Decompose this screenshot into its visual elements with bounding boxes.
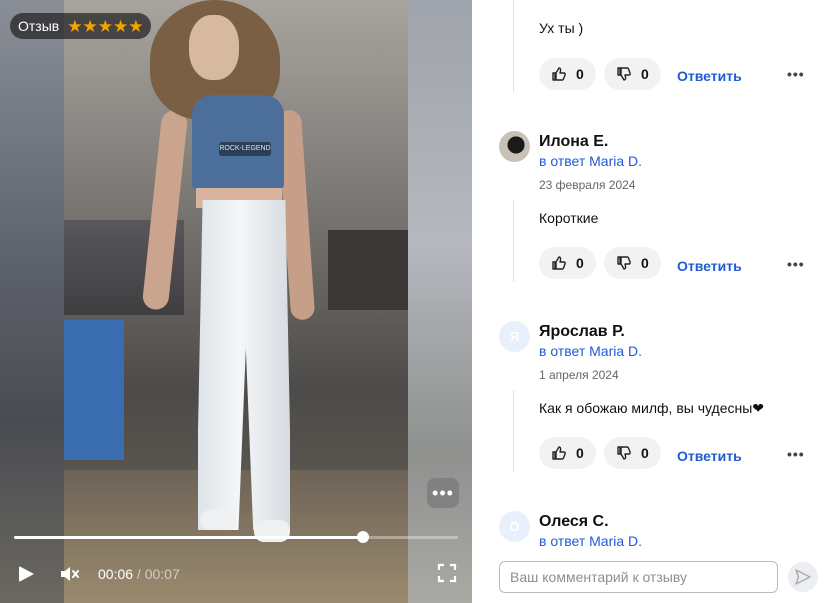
comment-author[interactable]: Илона Е. <box>539 133 608 151</box>
star-icon: ★ <box>82 16 98 36</box>
video-more-button[interactable]: ••• <box>427 478 459 508</box>
comment-text: Короткие <box>539 210 599 226</box>
avatar[interactable]: Я <box>499 321 530 352</box>
thumbs-up-icon <box>552 67 566 81</box>
comment-date: 23 февраля 2024 <box>539 178 636 192</box>
thumbs-down-icon <box>617 446 631 460</box>
star-icon: ★ <box>67 16 83 36</box>
star-icon: ★ <box>97 16 113 36</box>
thread-line <box>513 390 514 472</box>
fullscreen-icon[interactable] <box>437 563 457 583</box>
reply-to-link[interactable]: в ответ Maria D. <box>539 343 642 359</box>
video-frame: ROCK-LEGEND <box>64 0 408 603</box>
star-icon: ★ <box>112 16 129 36</box>
thumbs-down-icon <box>617 256 631 270</box>
scene-head <box>189 15 239 80</box>
dislike-button[interactable]: 0 <box>604 247 661 279</box>
thumbs-down-icon <box>617 67 631 81</box>
rating-stars: ★★★★★ <box>67 18 143 35</box>
time-current: 00:06 <box>98 566 134 582</box>
avatar[interactable] <box>499 131 530 162</box>
video-side-blur-right <box>408 0 472 603</box>
reply-to-link[interactable]: в ответ Maria D. <box>539 533 642 549</box>
reply-button[interactable]: Ответить <box>677 448 742 464</box>
like-button[interactable]: 0 <box>539 58 596 90</box>
video-side-blur-left <box>0 0 64 603</box>
dislike-count: 0 <box>641 66 649 82</box>
comment-more-icon[interactable]: ••• <box>787 446 805 462</box>
reply-to-link[interactable]: в ответ Maria D. <box>539 153 642 169</box>
video-time: 00:06 / 00:07 <box>98 566 180 582</box>
scene-bed <box>64 320 124 460</box>
dislike-count: 0 <box>641 255 649 271</box>
review-badge-label: Отзыв <box>18 18 60 34</box>
video-progress-handle[interactable] <box>356 531 369 543</box>
video-progress-fill <box>14 536 363 539</box>
thumbs-up-icon <box>552 446 566 460</box>
dislike-button[interactable]: 0 <box>604 437 661 469</box>
thread-line <box>513 200 514 282</box>
play-icon[interactable] <box>19 566 34 582</box>
comment-author[interactable]: Ярослав Р. <box>539 323 625 341</box>
thread-line <box>513 0 514 92</box>
reply-button[interactable]: Ответить <box>677 68 742 84</box>
time-total: 00:07 <box>144 566 180 582</box>
send-button[interactable] <box>788 562 818 592</box>
comment-text: Ух ты ) <box>539 20 584 36</box>
comment-more-icon[interactable]: ••• <box>787 256 805 272</box>
send-icon <box>795 569 811 585</box>
comment-date: 1 апреля 2024 <box>539 368 619 382</box>
time-separator: / <box>133 566 145 582</box>
like-count: 0 <box>576 255 584 271</box>
comment-author[interactable]: Олеся С. <box>539 513 609 531</box>
scene-shoe-left <box>200 510 236 530</box>
comment-input[interactable] <box>499 561 778 593</box>
shirt-print: ROCK-LEGEND <box>219 142 271 156</box>
dislike-button[interactable]: 0 <box>604 58 661 90</box>
like-count: 0 <box>576 66 584 82</box>
like-button[interactable]: 0 <box>539 247 596 279</box>
video-progress-bar[interactable] <box>14 531 458 543</box>
review-rating-badge: Отзыв ★★★★★ <box>10 13 152 39</box>
video-player[interactable]: ROCK-LEGEND Отзыв ★★★★★ ••• 00:06 / 00:0… <box>0 0 472 603</box>
star-icon: ★ <box>128 16 144 36</box>
comment-more-icon[interactable]: ••• <box>787 66 805 82</box>
reply-button[interactable]: Ответить <box>677 258 742 274</box>
avatar[interactable]: О <box>499 511 530 542</box>
like-button[interactable]: 0 <box>539 437 596 469</box>
mute-icon[interactable] <box>58 563 80 585</box>
dislike-count: 0 <box>641 445 649 461</box>
like-count: 0 <box>576 445 584 461</box>
comment-text: Как я обожаю милф, вы чудесны❤ <box>539 400 765 416</box>
thumbs-up-icon <box>552 256 566 270</box>
comments-panel <box>483 0 835 603</box>
scene-cabinet-right <box>328 230 408 310</box>
